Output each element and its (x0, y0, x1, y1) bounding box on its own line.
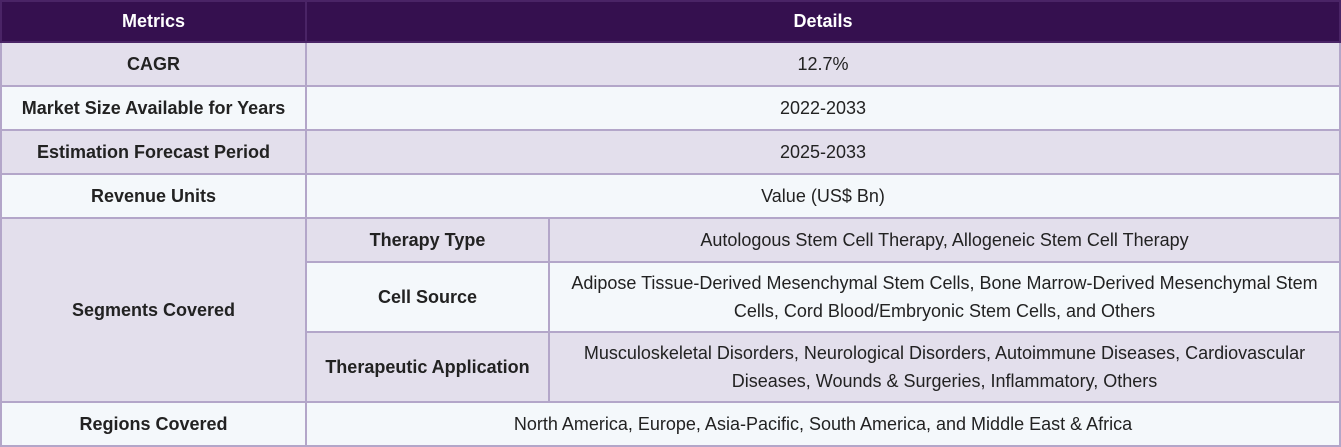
segment-sub-value: Adipose Tissue-Derived Mesenchymal Stem … (548, 261, 1341, 333)
metric-label: Estimation Forecast Period (0, 129, 307, 175)
metric-value: 12.7% (305, 41, 1341, 87)
table-row: Market Size Available for Years 2022-203… (0, 85, 1341, 131)
metric-label: CAGR (0, 41, 307, 87)
metric-value: North America, Europe, Asia-Pacific, Sou… (305, 401, 1341, 447)
segment-sub-label: Cell Source (305, 261, 550, 333)
table-row: Segments Covered Therapy Type Autologous… (0, 217, 1341, 403)
metric-label: Regions Covered (0, 401, 307, 447)
segment-sub-label: Therapeutic Application (305, 331, 550, 403)
table-row: Estimation Forecast Period 2025-2033 (0, 129, 1341, 175)
market-metrics-table: Metrics Details CAGR 12.7% Market Size A… (0, 0, 1341, 447)
metric-label: Revenue Units (0, 173, 307, 219)
segment-sub-value: Autologous Stem Cell Therapy, Allogeneic… (548, 217, 1341, 263)
metric-value: 2022-2033 (305, 85, 1341, 131)
table-header-row: Metrics Details (0, 0, 1341, 43)
table-row: Regions Covered North America, Europe, A… (0, 401, 1341, 447)
segments-label: Segments Covered (0, 217, 307, 403)
header-metrics: Metrics (0, 0, 307, 43)
segment-sub-value: Musculoskeletal Disorders, Neurological … (548, 331, 1341, 403)
metric-value: 2025-2033 (305, 129, 1341, 175)
header-details: Details (305, 0, 1341, 43)
segment-sub-label: Therapy Type (305, 217, 550, 263)
table-row: Revenue Units Value (US$ Bn) (0, 173, 1341, 219)
table-row: CAGR 12.7% (0, 41, 1341, 87)
metric-value: Value (US$ Bn) (305, 173, 1341, 219)
metric-label: Market Size Available for Years (0, 85, 307, 131)
